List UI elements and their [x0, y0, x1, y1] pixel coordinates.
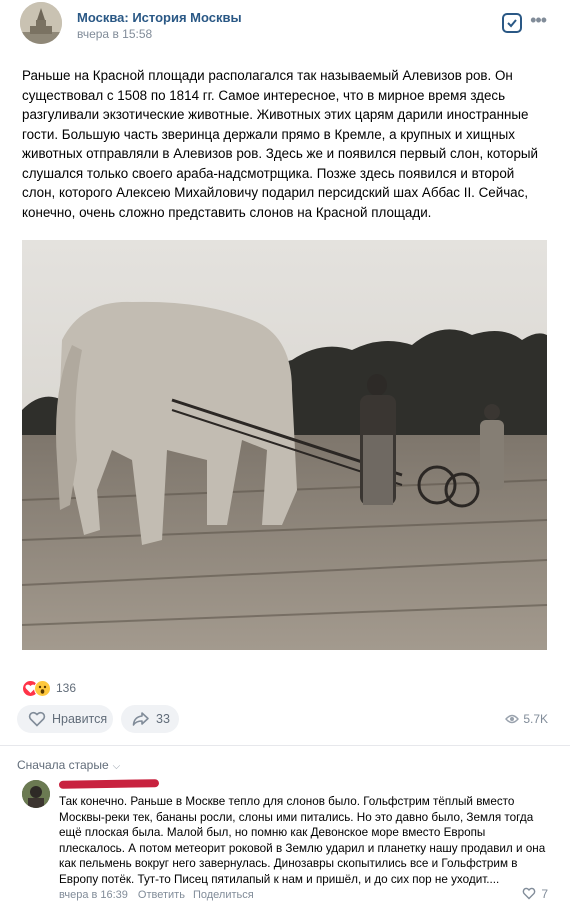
- group-name-link[interactable]: Москва: История Москвы: [77, 10, 242, 25]
- comment-like-button[interactable]: 7: [522, 887, 548, 901]
- post-header: Москва: История Москвы вчера в 15:58 •••: [18, 2, 558, 48]
- sort-label: Сначала старые: [17, 758, 109, 772]
- comments-sort-toggle[interactable]: Сначала старые ⌵: [17, 758, 120, 772]
- views-counter: 5.7K: [505, 712, 548, 726]
- post-text: Раньше на Красной площади располагался т…: [22, 68, 539, 220]
- like-button[interactable]: Нравится: [17, 705, 113, 733]
- like-label: Нравится: [52, 712, 108, 726]
- comment-time[interactable]: вчера в 16:39: [59, 889, 128, 901]
- share-count: 33: [156, 712, 170, 726]
- comment-share-link[interactable]: Поделиться: [193, 889, 254, 901]
- comment-text: Так конечно. Раньше в Москве тепло для с…: [59, 795, 546, 886]
- more-options-icon[interactable]: •••: [530, 10, 547, 31]
- wow-reaction-icon: [34, 680, 51, 697]
- comment-author-name-redacted[interactable]: [58, 779, 160, 789]
- share-arrow-icon: [132, 712, 149, 726]
- share-button[interactable]: 33: [121, 705, 179, 733]
- heart-outline-icon: [28, 711, 46, 727]
- divider: [0, 745, 570, 746]
- comment-meta: вчера в 16:39 Ответить Поделиться: [59, 889, 254, 901]
- reactions-count: 136: [56, 681, 77, 695]
- post-photo[interactable]: [22, 240, 547, 650]
- comment-likes-count: 7: [541, 887, 548, 901]
- subscribed-check-icon[interactable]: [502, 13, 522, 33]
- comment-reply-link[interactable]: Ответить: [138, 889, 185, 901]
- comment-author-avatar[interactable]: [22, 780, 50, 808]
- views-count: 5.7K: [523, 712, 548, 726]
- chevron-down-icon: ⌵: [112, 761, 121, 772]
- eye-icon: [505, 714, 520, 724]
- group-avatar[interactable]: [20, 2, 62, 44]
- heart-outline-icon: [522, 887, 536, 900]
- post-time[interactable]: вчера в 15:58: [77, 27, 152, 41]
